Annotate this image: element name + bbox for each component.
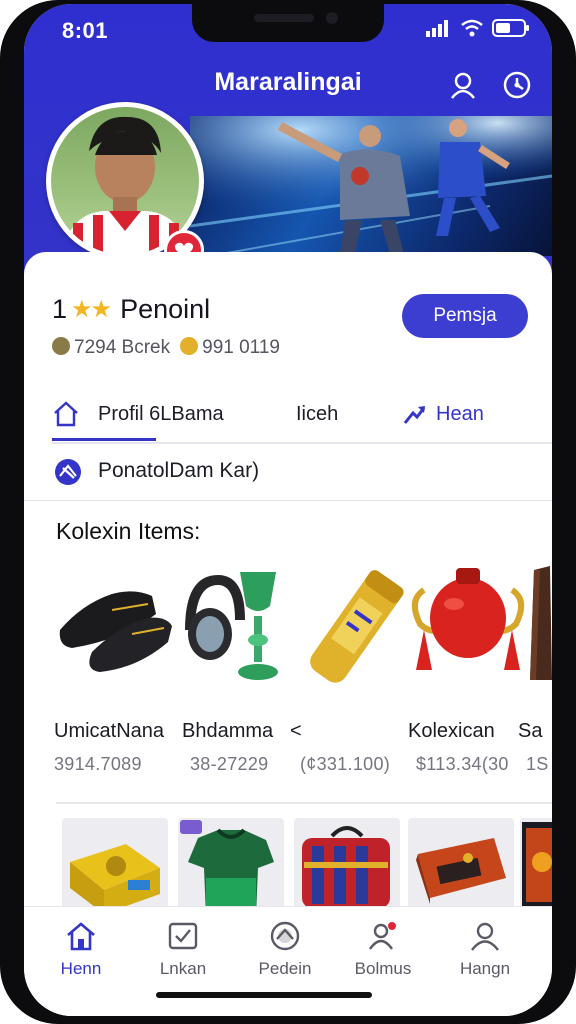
nav-home[interactable]: Henn [36, 921, 126, 983]
profile-heading: 1 ★★ Penoinl [52, 294, 210, 325]
phone-frame: 8:01 Mararalingai 1 ★★ Penoinl 7294 Bcre… [0, 0, 576, 1024]
nav-pedein[interactable]: Pedein [240, 921, 330, 983]
tab-profile[interactable]: Profil 6LBama [52, 388, 224, 440]
device-notch [192, 4, 384, 42]
item-icon [530, 566, 552, 680]
item-name: < [290, 720, 302, 742]
status-icons [426, 18, 530, 38]
case-icon [416, 838, 506, 904]
bottle-icon [310, 570, 404, 683]
profile-name: Penoinl [120, 294, 211, 324]
item-price: $113.34(30 [416, 754, 509, 774]
ball-icon [270, 921, 300, 951]
trophy-cup-icon [411, 568, 525, 670]
ball-icon [55, 459, 81, 485]
signal-icon [426, 20, 448, 37]
stadium-illustration [190, 116, 552, 256]
stat-2: 991 0119 [180, 336, 280, 359]
link-row-label: PonatolDam Kar) [98, 459, 260, 482]
profile-rank: 1 [52, 294, 68, 324]
card-icon [522, 822, 552, 910]
nav-lnkan[interactable]: Lnkan [138, 921, 228, 983]
profile-stats: 7294 Bcrek 991 0119 [52, 336, 280, 359]
home-outline-icon [54, 401, 78, 427]
nav-lnkan-label: Lnkan [159, 959, 207, 978]
stat-1: 7294 Bcrek [52, 336, 170, 359]
item-name: Bhdamma [182, 720, 274, 742]
item-price: 1S [526, 754, 549, 774]
tab-iiceh[interactable]: Iiceh [296, 388, 338, 440]
profile-tabs: Profil 6LBama Iiceh Hean [52, 388, 552, 444]
user-badge-icon [369, 922, 396, 950]
settings-icon [503, 71, 531, 99]
bottom-navigation: Henn Lnkan Pedein Bolmus Hangn [24, 906, 552, 1016]
divider [56, 802, 552, 804]
item-price: 38-27229 [190, 754, 269, 774]
trend-arrow-icon [403, 406, 426, 424]
home-indicator[interactable] [156, 992, 372, 998]
collection-item[interactable] [518, 560, 552, 700]
jersey-icon [180, 820, 274, 916]
link-row[interactable]: PonatolDam Kar) [24, 444, 552, 501]
profile-search-icon [451, 72, 475, 99]
collection-item[interactable] [290, 560, 418, 700]
thumbnail[interactable] [408, 818, 514, 916]
battery-icon [492, 19, 529, 37]
cards-box-icon [70, 844, 160, 914]
collection-item[interactable] [52, 560, 180, 700]
trophy-headphones-icon [185, 572, 278, 680]
wifi-icon [461, 19, 483, 37]
item-price: (¢331.100) [300, 754, 391, 774]
tab-hean-label: Hean [436, 402, 484, 425]
nav-hangn-label: Hangn [459, 959, 511, 978]
nav-home-label: Henn [60, 959, 102, 978]
coin-icon [52, 336, 70, 355]
thumbnail[interactable] [294, 818, 400, 916]
item-price: 3914.7089 [54, 754, 142, 774]
active-tab-indicator [52, 438, 156, 441]
status-time: 8:01 [62, 18, 109, 43]
profile-search-button[interactable] [446, 68, 480, 102]
collection-item[interactable] [404, 560, 532, 700]
home-icon [67, 922, 95, 951]
thumbnail[interactable] [62, 818, 168, 916]
nav-bolmus-label: Bolmus [354, 959, 412, 978]
nav-pedein-label: Pedein [258, 959, 312, 978]
gold-coin-icon [180, 336, 199, 355]
tab-iiceh-label: Iiceh [296, 402, 339, 425]
app-screen: 8:01 Mararalingai 1 ★★ Penoinl 7294 Bcre… [24, 4, 552, 1016]
bag-icon [302, 826, 390, 908]
profile-action-button[interactable]: Pemsja [402, 294, 528, 338]
profile-stars: ★★ [71, 296, 112, 323]
settings-button[interactable] [500, 68, 534, 102]
user-icon [471, 922, 499, 951]
checkbox-icon [168, 922, 198, 950]
tab-profile-label: Profil 6LBama [98, 402, 224, 425]
boots-icon [59, 591, 172, 672]
thumbnail[interactable] [178, 818, 284, 916]
collection-item[interactable] [180, 560, 308, 700]
tab-hean[interactable]: Hean [402, 388, 484, 440]
nav-hangn[interactable]: Hangn [440, 921, 530, 983]
thumbnail[interactable] [520, 818, 552, 916]
banner-image [190, 116, 552, 256]
nav-bolmus[interactable]: Bolmus [338, 921, 428, 983]
section-title: Kolexin Items: [56, 518, 201, 544]
item-name: UmicatNana [54, 720, 165, 742]
item-name: Kolexican [408, 720, 495, 742]
item-name: Sa [518, 720, 543, 742]
